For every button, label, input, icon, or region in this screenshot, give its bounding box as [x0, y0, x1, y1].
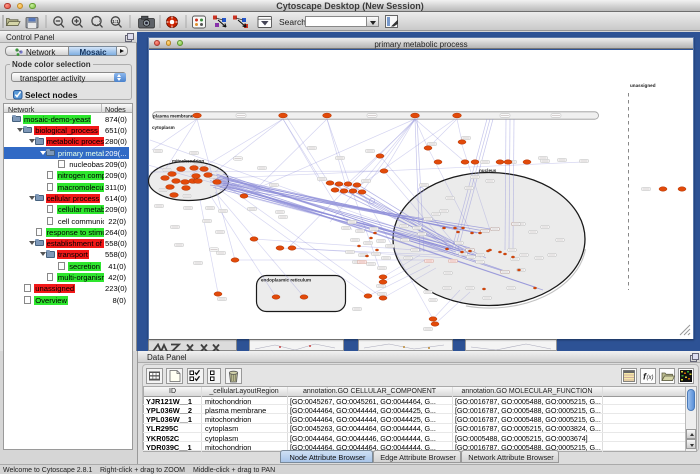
svg-text:cytoplasm: cytoplasm [152, 125, 175, 130]
svg-text:plasma membrane: plasma membrane [153, 113, 194, 118]
svg-text:unassigned: unassigned [630, 83, 656, 88]
svg-text:1:1: 1:1 [112, 19, 119, 24]
svg-text:nucleus: nucleus [479, 168, 497, 173]
svg-text:(x): (x) [647, 375, 654, 381]
svg-text:mitochondrion: mitochondrion [172, 159, 204, 164]
svg-text:endoplasmic reticulum: endoplasmic reticulum [261, 278, 311, 283]
